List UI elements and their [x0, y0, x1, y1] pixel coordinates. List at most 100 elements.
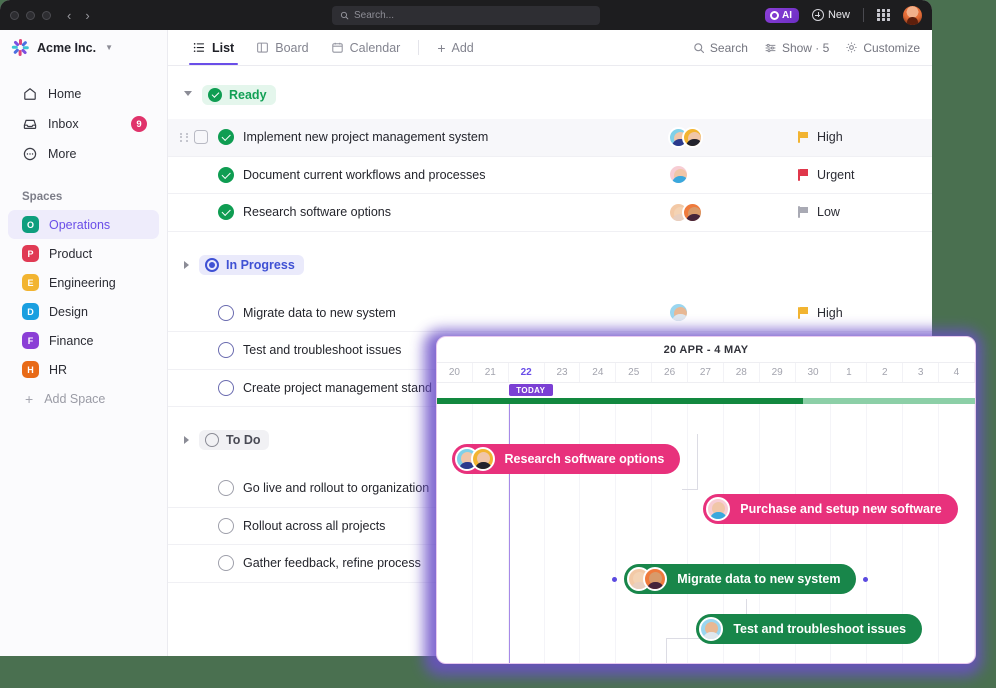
- status-badge[interactable]: Ready: [202, 85, 276, 105]
- table-row[interactable]: Document current workflows and processes…: [168, 157, 932, 194]
- task-status-toggle[interactable]: [217, 342, 234, 359]
- user-avatar[interactable]: [903, 5, 922, 25]
- status-badge[interactable]: In Progress: [199, 254, 304, 275]
- sidebar-item-engineering[interactable]: E Engineering: [8, 268, 159, 297]
- tab-board[interactable]: Board: [245, 30, 319, 65]
- gantt-bar-migrate-data-to-new-system[interactable]: Migrate data to new system: [612, 564, 869, 594]
- table-row[interactable]: Research software options Low: [168, 194, 932, 232]
- task-status-toggle[interactable]: [217, 129, 234, 146]
- priority-cell[interactable]: High: [798, 130, 843, 144]
- sidebar: Acme Inc. ▼ Home Inbox 9 More Spaces O O…: [0, 30, 168, 656]
- gantt-day[interactable]: 26: [652, 363, 689, 382]
- workspace-switcher[interactable]: Acme Inc. ▼: [0, 30, 167, 65]
- show-label: Show · 5: [781, 40, 830, 55]
- table-row[interactable]: Migrate data to new system High: [168, 295, 932, 332]
- task-status-toggle[interactable]: [217, 480, 234, 497]
- close-window-button[interactable]: [10, 10, 19, 20]
- assignee-avatars[interactable]: [668, 126, 703, 148]
- sidebar-item-label: Engineering: [49, 275, 116, 290]
- show-button[interactable]: Show · 5: [764, 41, 829, 55]
- task-status-toggle[interactable]: [217, 555, 234, 572]
- gantt-day[interactable]: 23: [545, 363, 581, 382]
- gantt-bar-test-and-troubleshoot-issues[interactable]: Test and troubleshoot issues: [696, 614, 923, 644]
- sidebar-item-label: Design: [49, 304, 88, 319]
- gantt-day[interactable]: 3: [903, 363, 940, 382]
- task-name: Migrate data to new system: [243, 305, 396, 320]
- search-button[interactable]: Search: [693, 41, 748, 55]
- chevron-right-icon[interactable]: [184, 436, 189, 444]
- assignee-avatars[interactable]: [668, 302, 689, 324]
- sidebar-item-design[interactable]: D Design: [8, 297, 159, 326]
- priority-cell[interactable]: Urgent: [798, 168, 855, 182]
- gear-icon: [846, 42, 857, 53]
- gantt-day[interactable]: 28: [724, 363, 760, 382]
- sidebar-item-hr[interactable]: H HR: [8, 355, 159, 384]
- space-avatar: H: [22, 361, 39, 378]
- resize-handle-left[interactable]: [612, 576, 618, 582]
- sidebar-item-finance[interactable]: F Finance: [8, 326, 159, 355]
- chevron-right-icon[interactable]: [184, 260, 189, 269]
- avatar: [470, 447, 495, 471]
- add-space-button[interactable]: + Add Space: [8, 384, 159, 413]
- group-header-ready[interactable]: Ready: [168, 80, 932, 110]
- sidebar-item-label: More: [48, 147, 77, 161]
- new-button[interactable]: New: [811, 9, 850, 21]
- add-view-button[interactable]: + Add: [426, 30, 484, 65]
- gantt-bar-research-software-options[interactable]: Research software options: [451, 444, 681, 474]
- row-checkbox[interactable]: [194, 130, 208, 145]
- task-status-toggle[interactable]: [217, 166, 234, 183]
- maximize-window-button[interactable]: [42, 10, 51, 20]
- gantt-today-row: TODAY: [437, 383, 975, 398]
- sidebar-item-label: HR: [49, 362, 68, 377]
- grid-apps-icon[interactable]: [877, 8, 890, 22]
- gantt-day[interactable]: 27: [688, 363, 724, 382]
- group-header-in-progress[interactable]: In Progress: [168, 250, 932, 280]
- new-label: New: [827, 9, 850, 21]
- browser-navigation[interactable]: ‹ ›: [67, 9, 90, 22]
- task-status-toggle[interactable]: [217, 304, 234, 321]
- priority-cell[interactable]: High: [798, 306, 843, 320]
- gantt-day[interactable]: 1: [831, 363, 868, 382]
- task-status-toggle[interactable]: [217, 517, 234, 534]
- gantt-day-today[interactable]: 22: [509, 363, 545, 382]
- customize-label: Customize: [863, 40, 920, 55]
- gantt-date-range: 20 APR - 4 MAY: [437, 337, 975, 363]
- sidebar-item-operations[interactable]: O Operations: [8, 210, 159, 239]
- gantt-day[interactable]: 25: [616, 363, 653, 382]
- chevron-down-icon[interactable]: [184, 90, 192, 100]
- assignee-avatars[interactable]: [668, 164, 689, 186]
- assignee-avatars: [627, 567, 668, 591]
- check-circle-icon: [208, 88, 222, 102]
- assignee-avatars[interactable]: [668, 201, 703, 223]
- ai-button[interactable]: AI: [764, 7, 799, 23]
- minimize-window-button[interactable]: [26, 10, 35, 20]
- sidebar-item-product[interactable]: P Product: [8, 239, 159, 268]
- sidebar-item-inbox[interactable]: Inbox 9: [8, 109, 159, 139]
- gantt-day[interactable]: 21: [473, 363, 509, 382]
- status-badge[interactable]: To Do: [199, 430, 270, 450]
- sidebar-item-more[interactable]: More: [8, 139, 159, 169]
- customize-button[interactable]: Customize: [845, 41, 920, 55]
- circle-icon: [217, 379, 234, 396]
- gantt-day[interactable]: 29: [760, 363, 796, 382]
- task-status-toggle[interactable]: [217, 379, 234, 396]
- global-search-input[interactable]: Search...: [332, 5, 600, 25]
- sidebar-item-home[interactable]: Home: [8, 79, 159, 109]
- priority-cell[interactable]: Low: [798, 205, 840, 219]
- back-icon[interactable]: ‹: [67, 9, 71, 22]
- gantt-day[interactable]: 4: [939, 363, 975, 382]
- gantt-day[interactable]: 30: [796, 363, 832, 382]
- window-controls[interactable]: [10, 10, 51, 20]
- drag-handle-icon[interactable]: [180, 132, 190, 142]
- table-row[interactable]: Implement new project management system …: [168, 119, 932, 157]
- forward-icon[interactable]: ›: [85, 9, 89, 22]
- gantt-day[interactable]: 20: [437, 363, 473, 382]
- gantt-bar-purchase-and-setup-new-software[interactable]: Purchase and setup new software: [703, 494, 958, 524]
- sidebar-item-label: Inbox: [48, 117, 79, 131]
- spaces-section-title: Spaces: [22, 191, 63, 203]
- tab-calendar[interactable]: Calendar: [320, 30, 412, 65]
- gantt-day[interactable]: 2: [867, 363, 904, 382]
- task-status-toggle[interactable]: [217, 204, 234, 221]
- gantt-day[interactable]: 24: [580, 363, 617, 382]
- tab-list[interactable]: List: [182, 30, 245, 65]
